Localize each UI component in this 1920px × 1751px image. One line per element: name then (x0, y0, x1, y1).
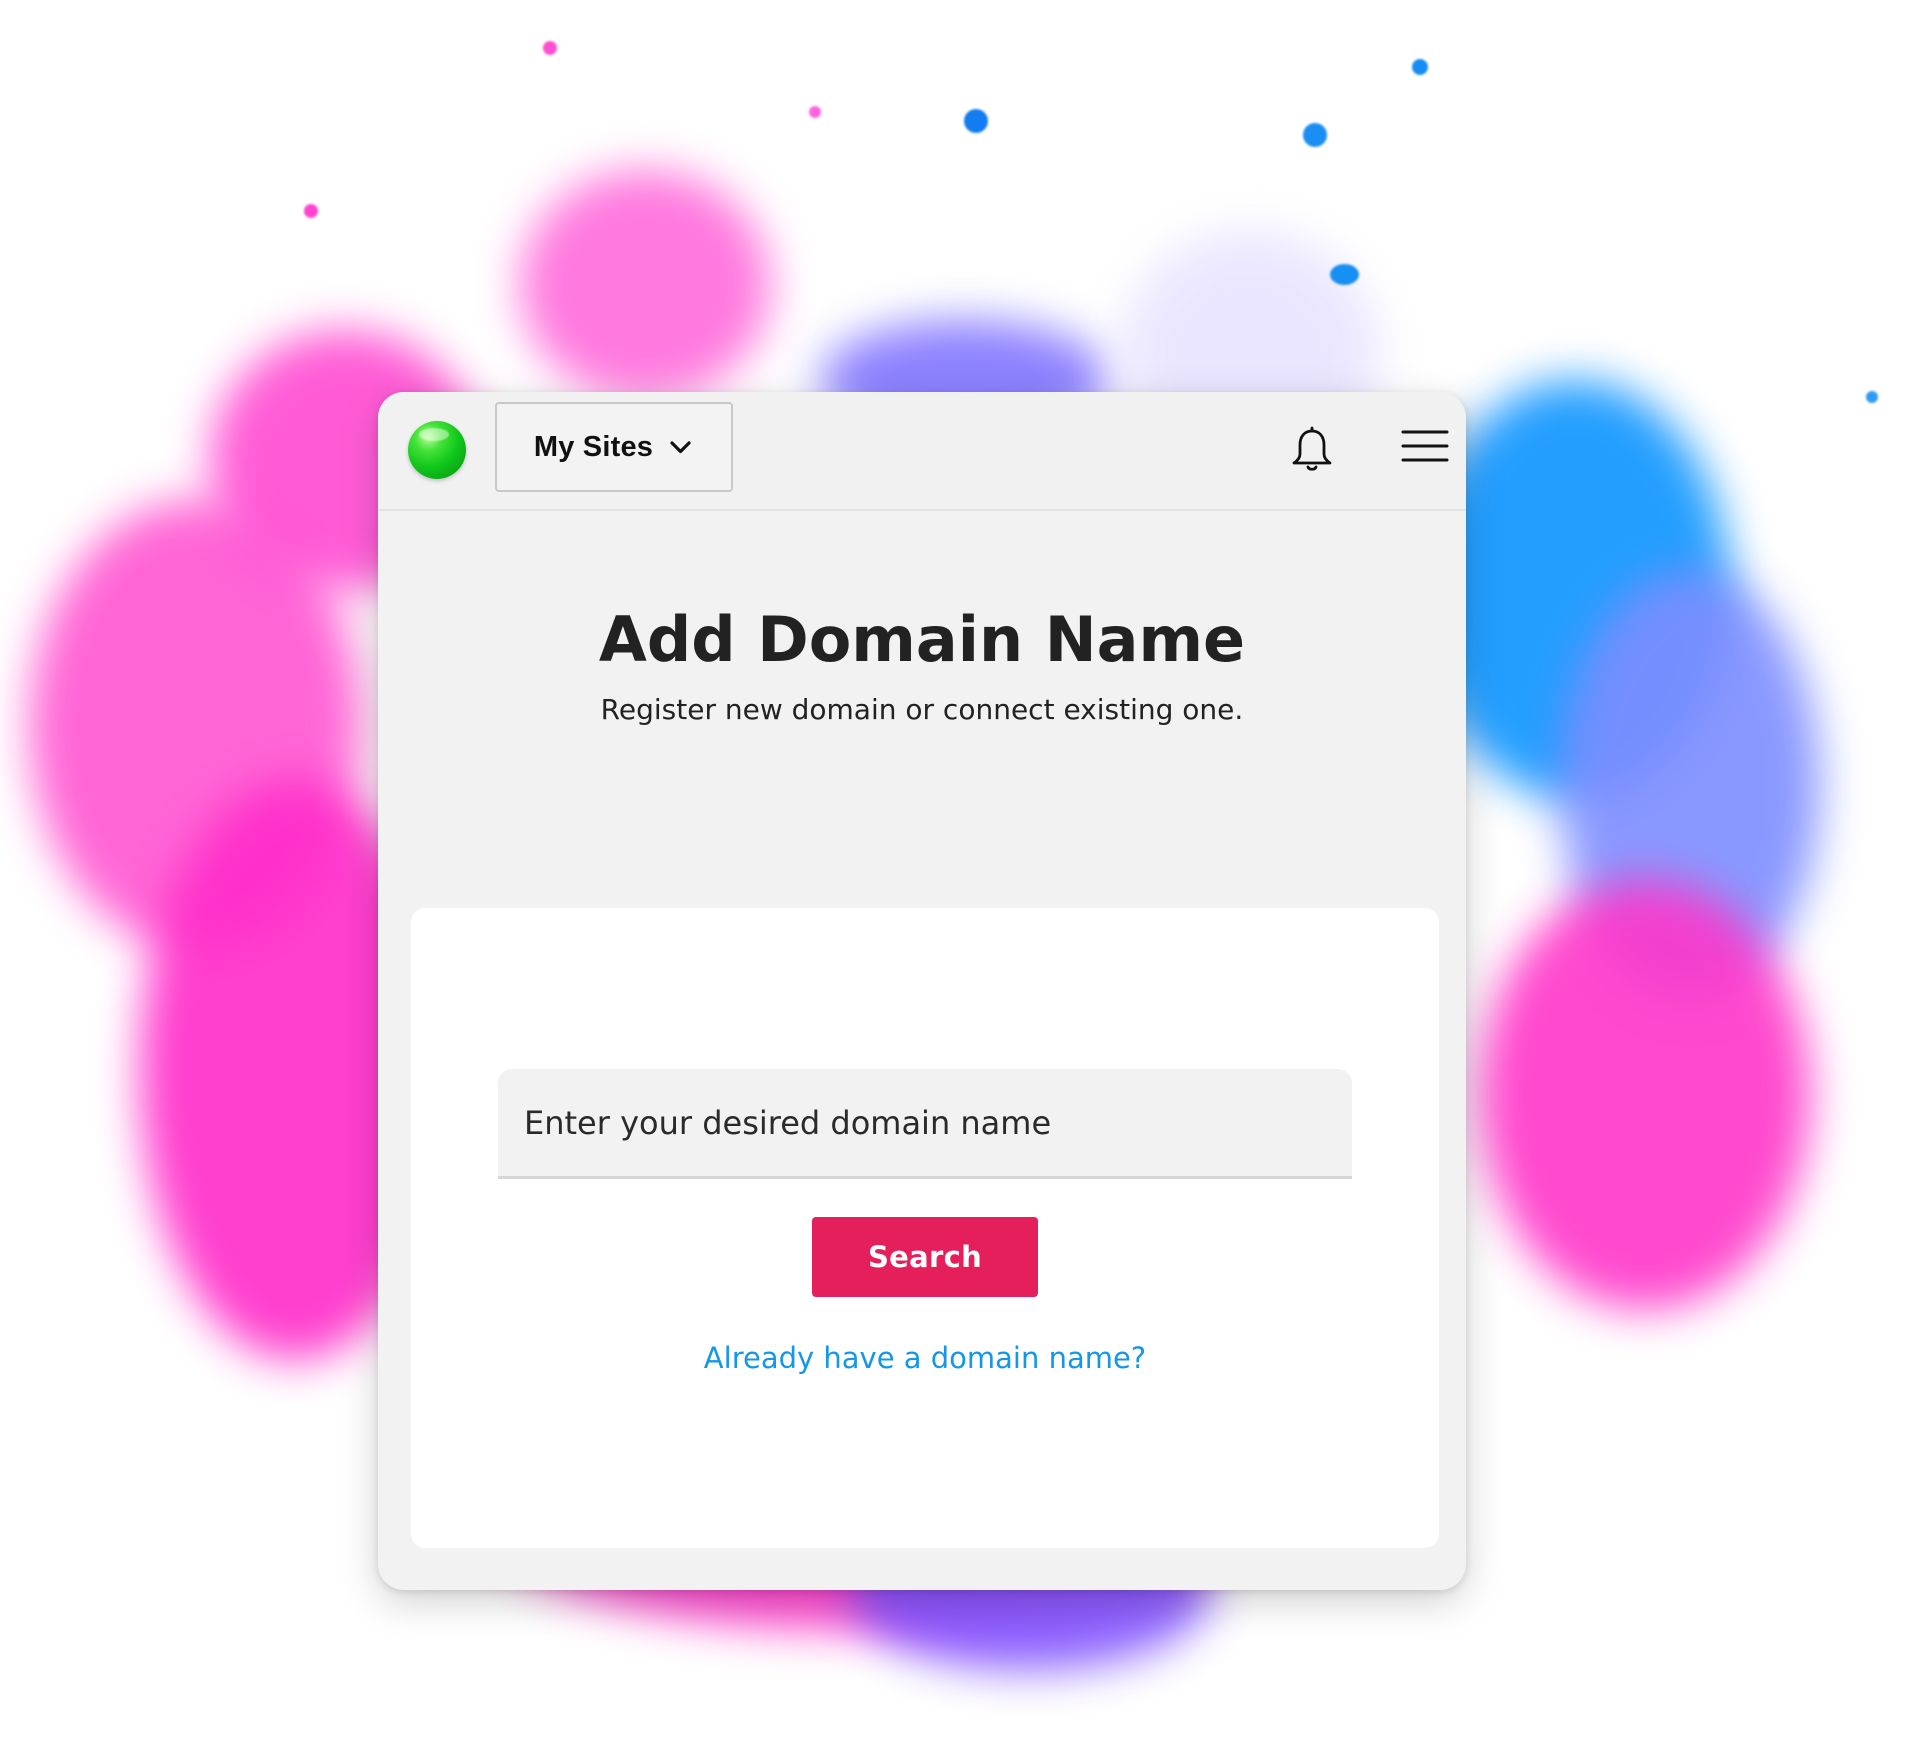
pink-splash-dot (543, 41, 557, 55)
domain-name-input[interactable] (498, 1069, 1352, 1179)
pink-smoke-right-lower (1480, 880, 1810, 1310)
pink-smoke-top (520, 170, 770, 400)
blue-smoke-right-top (1420, 380, 1730, 800)
chevron-down-icon (667, 434, 694, 461)
app-topbar: My Sites (378, 392, 1466, 511)
pink-smoke-left-top (30, 500, 360, 950)
my-sites-dropdown[interactable]: My Sites (495, 402, 733, 492)
pink-splash-dot (809, 106, 821, 118)
logo-highlight (419, 428, 449, 441)
domain-search-panel: Search Already have a domain name? (411, 908, 1439, 1548)
bell-icon[interactable] (1290, 426, 1334, 474)
add-domain-card: My Sites Add Domain Name Register new do… (378, 392, 1466, 1590)
domain-registration-scene: My Sites Add Domain Name Register new do… (0, 0, 1920, 1751)
blue-splash-dot (1412, 59, 1428, 75)
pink-splash-dot (304, 204, 318, 218)
blue-splash-dot (1866, 391, 1878, 403)
blue-splash-dot (964, 109, 988, 133)
green-orb-logo-icon[interactable] (408, 421, 466, 479)
hamburger-menu-icon[interactable] (1401, 428, 1449, 464)
page-subtitle: Register new domain or connect existing … (600, 693, 1244, 726)
blue-purple-smoke-right (1560, 570, 1820, 1000)
blue-splash-dot (1330, 264, 1359, 285)
page-title: Add Domain Name (598, 602, 1246, 676)
my-sites-label: My Sites (533, 430, 654, 463)
search-button[interactable]: Search (812, 1217, 1038, 1297)
already-have-domain-link[interactable]: Already have a domain name? (411, 1341, 1439, 1375)
blue-splash-dot (1303, 123, 1327, 147)
